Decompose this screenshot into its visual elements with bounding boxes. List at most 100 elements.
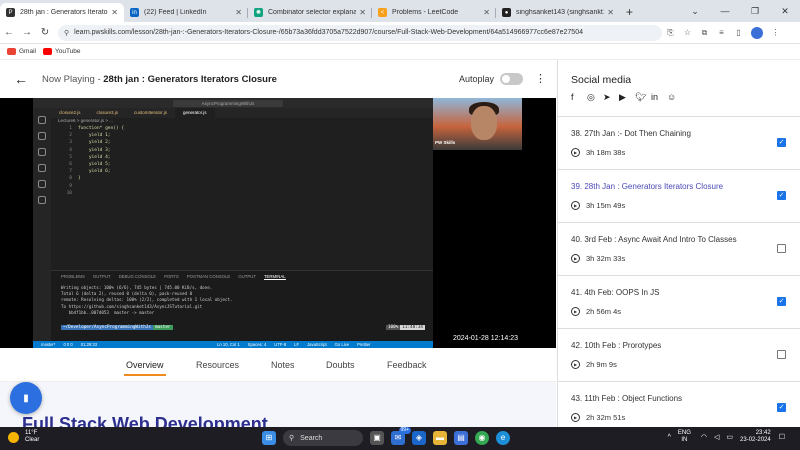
completed-checkbox[interactable]: ✓ <box>777 138 786 147</box>
clock-time: 23:42 <box>755 430 771 436</box>
wifi-icon[interactable]: ◠ <box>701 433 707 441</box>
lesson-title: 42. 10th Feb : Prorotypes <box>571 341 662 350</box>
linkedin-icon[interactable]: in <box>651 92 667 103</box>
close-icon[interactable]: ✕ <box>111 8 118 17</box>
forward-icon[interactable]: → <box>18 27 36 38</box>
lesson-item[interactable]: 42. 10th Feb : Prorotypes ▶ 2h 9m 9s <box>558 328 800 381</box>
chrome-icon[interactable]: ◉ <box>475 431 489 445</box>
browser-tab-3[interactable]: < Problems - LeetCode ✕ <box>372 3 496 22</box>
maximize-icon[interactable]: ❐ <box>740 6 770 17</box>
language-indicator[interactable]: ENG IN <box>678 430 691 444</box>
extensions-icon[interactable]: ⧉ <box>696 28 713 38</box>
presenter-face <box>471 106 497 140</box>
weather-widget[interactable]: 11°F Clear <box>8 430 39 444</box>
sidepanel-icon[interactable]: ▯ <box>730 28 747 37</box>
completed-checkbox[interactable]: ✓ <box>777 403 786 412</box>
completed-checkbox[interactable] <box>777 244 786 253</box>
discord-icon[interactable]: ☺ <box>667 92 683 103</box>
store-icon[interactable]: ▤ <box>454 431 468 445</box>
line-number: 5 <box>69 154 72 160</box>
tab-feedback[interactable]: Feedback <box>387 360 427 370</box>
tab-search-icon[interactable]: ⌄ <box>680 6 710 17</box>
mail-icon[interactable]: 99+ ✉ <box>391 427 411 445</box>
close-icon[interactable]: ✕ <box>235 8 242 17</box>
site-info-icon[interactable]: ⚲ <box>64 29 69 37</box>
youtube-icon[interactable]: ▶ <box>619 92 635 103</box>
task-view-icon[interactable]: ▣ <box>370 431 384 445</box>
profile-avatar[interactable] <box>751 26 763 39</box>
twitter-icon[interactable]: 🐦︎ <box>635 92 651 103</box>
bookmark-star-icon[interactable]: ☆ <box>679 28 696 37</box>
tab-overview[interactable]: Overview <box>124 360 166 376</box>
telegram-icon[interactable]: ➤ <box>603 92 619 103</box>
edge-icon[interactable]: e <box>496 431 510 445</box>
video-player[interactable]: AsyncProgrammingWithJs closure2.js closu… <box>0 98 556 348</box>
autoplay-toggle[interactable] <box>500 73 523 85</box>
status-item: LF <box>294 342 300 347</box>
clock-readout: 11:48:34 <box>400 325 425 330</box>
lesson-item[interactable]: 43. 11th Feb : Object Functions ▶ 2h 32m … <box>558 381 800 427</box>
taskbar-clock[interactable]: 23:42 23-02-2024 <box>740 430 771 444</box>
completed-checkbox[interactable]: ✓ <box>777 297 786 306</box>
minimize-icon[interactable]: — <box>710 6 740 16</box>
completed-checkbox[interactable] <box>777 350 786 359</box>
play-circle-icon: ▶ <box>571 254 580 263</box>
browser-tab-1[interactable]: in (22) Feed | LinkedIn ✕ <box>124 3 248 22</box>
vscode-tab: customIterator.js <box>134 110 168 115</box>
facebook-icon[interactable]: f <box>571 92 587 103</box>
lesson-title: 41. 4th Feb: OOPS In JS <box>571 288 660 297</box>
lesson-item[interactable]: 41. 4th Feb: OOPS In JS ▶ 2h 56m 4s ✓ <box>558 275 800 328</box>
code-text: yield 4; <box>78 154 111 160</box>
windows-taskbar: 11°F Clear ⊞ ⚲ Search ▣ 99+ ✉ ◈ ▬ ▤ ◉ e ^ E… <box>0 427 800 450</box>
completed-checkbox[interactable]: ✓ <box>777 191 786 200</box>
tray-chevron-icon[interactable]: ^ <box>668 434 671 441</box>
content-tabs: Overview Resources Notes Doubts Feedback <box>0 348 556 382</box>
bookmark-youtube[interactable]: YouTube <box>42 48 81 55</box>
battery-icon[interactable]: ▭ <box>726 433 733 441</box>
status-item: Prettier <box>357 342 371 347</box>
vscode-tabs: closure2.js closure3.js customIterator.j… <box>51 108 433 118</box>
lesson-item-current[interactable]: 39. 28th Jan : Generators Iterators Clos… <box>558 169 800 222</box>
browser-tab-0[interactable]: P 28th jan : Generators Iterators ✕ <box>0 3 124 22</box>
code-text: yield 5; <box>78 162 111 168</box>
social-media-title: Social media <box>571 74 632 86</box>
back-arrow-icon[interactable]: ← <box>14 71 28 87</box>
vscode-breadcrumb: Lecture6 > generator.js > ... <box>58 118 114 123</box>
windows-start-icon[interactable]: ⊞ <box>262 431 276 445</box>
close-icon[interactable]: ✕ <box>607 8 614 17</box>
reading-list-icon[interactable]: ≡ <box>713 28 730 37</box>
close-icon[interactable]: ✕ <box>483 8 490 17</box>
translate-icon[interactable]: ⎘ <box>662 28 679 38</box>
volume-icon[interactable]: ◁ <box>714 433 719 441</box>
chat-support-button[interactable]: ▮ <box>10 382 42 414</box>
lesson-item[interactable]: 40. 3rd Feb : Async Await And Intro To C… <box>558 222 800 275</box>
more-options-icon[interactable]: ⋮ <box>535 72 546 85</box>
reload-icon[interactable]: ↻ <box>36 27 54 38</box>
notification-badge: 99+ <box>398 427 411 434</box>
url-text: learn.pwskills.com/lesson/28th-jan-:-Gen… <box>74 29 583 36</box>
course-sidebar: Social media f ◎ ➤ ▶ 🐦︎ in ☺ 38. 27th Ja… <box>557 60 800 427</box>
close-window-icon[interactable]: ✕ <box>770 6 800 17</box>
tab-doubts[interactable]: Doubts <box>326 360 355 370</box>
new-tab-button[interactable]: + <box>626 5 633 19</box>
lesson-duration: ▶ 3h 18m 38s <box>571 148 625 157</box>
url-bar[interactable]: ⚲ learn.pwskills.com/lesson/28th-jan-:-G… <box>58 24 662 41</box>
lesson-item[interactable]: 38. 27th Jan :- Dot Then Chaining ▶ 3h 18… <box>558 116 800 169</box>
security-icon[interactable]: ◈ <box>412 431 426 445</box>
taskbar-search[interactable]: ⚲ Search <box>283 430 363 446</box>
bookmark-gmail[interactable]: Gmail <box>7 48 36 55</box>
browser-tab-4[interactable]: ● singhsanket143 (singhsankt14 ✕ <box>496 3 620 22</box>
status-item: 0 0 0 <box>63 342 73 347</box>
notifications-icon[interactable]: ☐ <box>779 433 785 441</box>
chat-icon: ▮ <box>23 392 29 404</box>
instagram-icon[interactable]: ◎ <box>587 92 603 103</box>
tab-notes[interactable]: Notes <box>271 360 295 370</box>
menu-icon[interactable]: ⋮ <box>767 28 784 37</box>
file-explorer-icon[interactable]: ▬ <box>433 431 447 445</box>
presenter-webcam: PW Skills <box>433 98 522 150</box>
browser-tab-2[interactable]: ✺ Combinator selector explanatio ✕ <box>248 3 372 22</box>
back-icon[interactable]: ← <box>0 27 18 38</box>
close-icon[interactable]: ✕ <box>359 8 366 17</box>
search-label: Search <box>300 434 323 442</box>
tab-resources[interactable]: Resources <box>196 360 239 370</box>
